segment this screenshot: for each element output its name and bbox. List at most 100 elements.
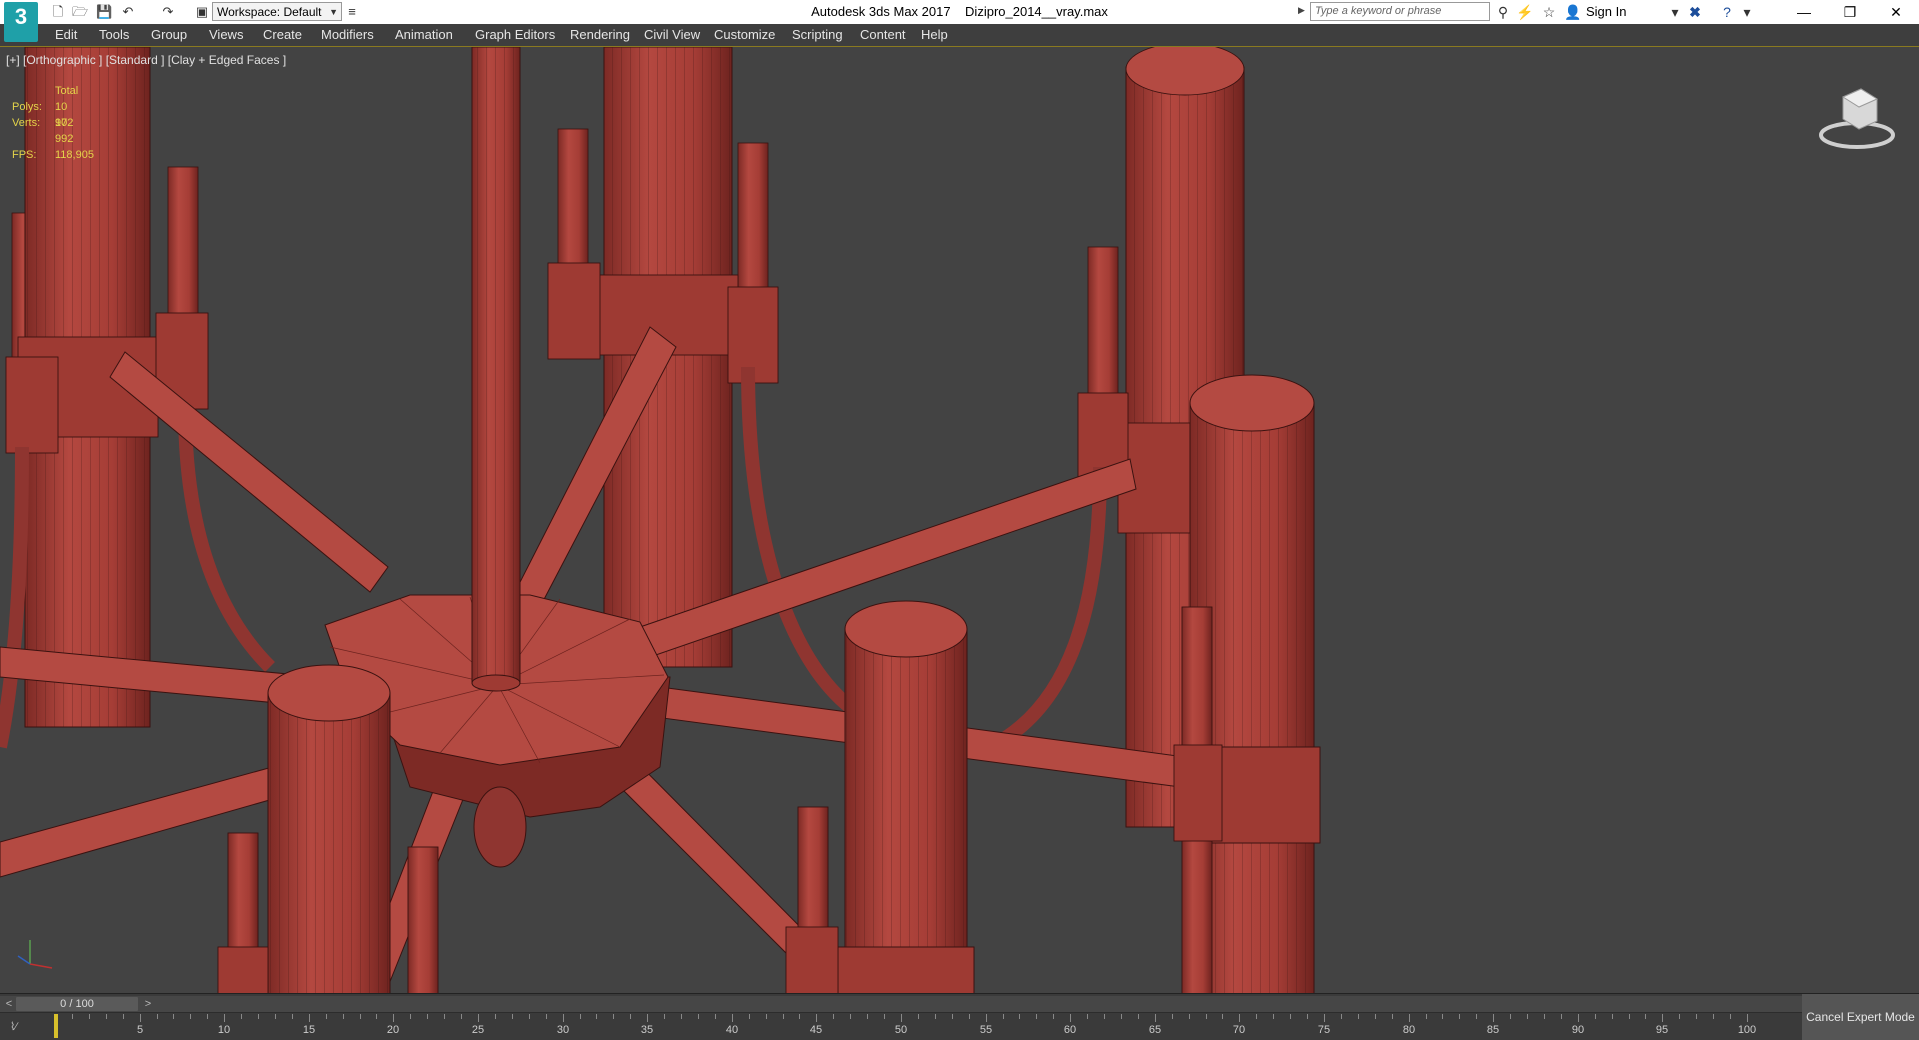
restore-button[interactable]: ❐ [1827, 0, 1873, 24]
app-logo[interactable]: 3 [4, 2, 38, 42]
frame-tick [850, 1014, 851, 1019]
frame-tick [1172, 1014, 1173, 1019]
current-frame-marker[interactable] [54, 1014, 58, 1038]
menu-customize[interactable]: Customize [714, 27, 775, 43]
mini-curve-editor-icon[interactable]: ⌇∕ [10, 1020, 17, 1033]
menu-help[interactable]: Help [921, 27, 948, 43]
frame-number: 55 [979, 1024, 993, 1036]
time-slider-panel: < 0 / 100 > ⌇∕ 5 10 15 20 25 30 35 40 45 50 55 60 65… [0, 993, 1919, 1040]
previous-frame-icon[interactable]: < [2, 996, 16, 1012]
frame-tick [292, 1014, 293, 1019]
frame-tick [1493, 1014, 1494, 1022]
workspace-label: Workspace: Default [217, 5, 322, 19]
frame-tick [1578, 1014, 1579, 1022]
undo-icon[interactable]: ↶ [120, 4, 136, 20]
frame-tick [1053, 1014, 1054, 1019]
frame-number: 35 [640, 1024, 654, 1036]
frame-tick [224, 1014, 225, 1022]
menu-graph-editors[interactable]: Graph Editors [475, 27, 555, 43]
frame-number: 40 [725, 1024, 739, 1036]
menu-scripting[interactable]: Scripting [792, 27, 843, 43]
frame-tick [360, 1014, 361, 1019]
frame-tick [698, 1014, 699, 1019]
frame-tick [1442, 1014, 1443, 1019]
chandelier-model[interactable] [0, 47, 1919, 994]
verts-value: 10 992 [55, 117, 74, 145]
frame-tick [613, 1014, 614, 1019]
sign-in-dropdown-icon[interactable]: ▾ [1666, 3, 1684, 21]
menu-animation[interactable]: Animation [395, 27, 453, 43]
orthographic-viewport[interactable]: [+] [Orthographic ] [Standard ] [Clay + … [0, 46, 1919, 994]
workspace-dropdown[interactable]: Workspace: Default ▼ [212, 2, 342, 21]
verts-label: Verts: [12, 117, 41, 129]
open-file-icon[interactable]: 🗁 [72, 4, 88, 20]
sign-in-button[interactable]: Sign In [1586, 3, 1626, 21]
cancel-expert-mode-button[interactable]: Cancel Expert Mode [1802, 994, 1919, 1040]
frame-tick [1121, 1014, 1122, 1019]
frame-number: 10 [217, 1024, 231, 1036]
frame-tick [258, 1014, 259, 1019]
project-folder-icon[interactable]: ▣ [194, 4, 210, 20]
frame-number: 80 [1402, 1024, 1416, 1036]
menu-tools[interactable]: Tools [99, 27, 129, 43]
menu-edit[interactable]: Edit [55, 27, 77, 43]
time-slider-track[interactable]: < 0 / 100 > [0, 996, 1802, 1013]
frame-number: 65 [1148, 1024, 1162, 1036]
frame-tick [1747, 1014, 1748, 1022]
redo-icon[interactable]: ↷ [160, 4, 176, 20]
viewport-label[interactable]: [+] [Orthographic ] [Standard ] [Clay + … [6, 53, 286, 67]
frame-number: 25 [471, 1024, 485, 1036]
frame-tick [1459, 1014, 1460, 1019]
search-expand-icon[interactable]: ▶ [1298, 5, 1308, 19]
frame-tick [732, 1014, 733, 1022]
frame-number: 30 [556, 1024, 570, 1036]
favorites-star-icon[interactable]: ☆ [1540, 3, 1558, 21]
frame-tick [190, 1014, 191, 1019]
frame-tick [647, 1014, 648, 1022]
menu-views[interactable]: Views [209, 27, 243, 43]
frame-tick [1713, 1014, 1714, 1019]
menu-civil-view[interactable]: Civil View [644, 27, 700, 43]
frame-tick [1003, 1014, 1004, 1019]
new-file-icon[interactable]: 🗋 [50, 4, 66, 20]
frame-number: 60 [1063, 1024, 1077, 1036]
search-input[interactable]: Type a keyword or phrase [1310, 2, 1490, 21]
next-frame-icon[interactable]: > [140, 996, 156, 1012]
viewcube-icon[interactable] [1815, 77, 1899, 157]
help-icon[interactable]: ? [1718, 3, 1736, 21]
frame-number: 100 [1737, 1024, 1757, 1036]
menu-group[interactable]: Group [151, 27, 187, 43]
binoculars-icon[interactable]: ⚲ [1494, 3, 1512, 21]
menu-create[interactable]: Create [263, 27, 302, 43]
frame-tick [1189, 1014, 1190, 1019]
chevron-down-icon: ▼ [329, 7, 338, 17]
frame-tick [140, 1014, 141, 1022]
minimize-button[interactable]: — [1781, 0, 1827, 24]
center-rod [471, 47, 521, 692]
frame-tick [173, 1014, 174, 1019]
frame-tick [461, 1014, 462, 1019]
frame-number: 90 [1571, 1024, 1585, 1036]
frame-tick [935, 1014, 936, 1019]
frame-tick [1696, 1014, 1697, 1019]
save-icon[interactable]: 💾 [96, 4, 112, 20]
time-slider-thumb[interactable]: 0 / 100 [16, 997, 138, 1011]
track-bar[interactable]: 5 10 15 20 25 30 35 40 45 50 55 60 65 70 75 80 85 90 95 100 [55, 1014, 1756, 1038]
frame-tick [1273, 1014, 1274, 1019]
menu-modifiers[interactable]: Modifiers [321, 27, 374, 43]
help-dropdown-icon[interactable]: ▾ [1738, 3, 1756, 21]
close-button[interactable]: ✕ [1873, 0, 1919, 24]
exchange-apps-icon[interactable]: ✖ [1686, 3, 1704, 21]
frame-tick [918, 1014, 919, 1019]
frame-tick [969, 1014, 970, 1019]
frame-tick [393, 1014, 394, 1022]
frame-tick [1104, 1014, 1105, 1019]
frame-tick [596, 1014, 597, 1019]
communication-center-icon[interactable]: ⚡ [1516, 3, 1534, 21]
frame-tick [1222, 1014, 1223, 1019]
workspace-menu-icon[interactable]: ≡ [344, 4, 360, 20]
frame-number: 95 [1655, 1024, 1669, 1036]
frame-tick [157, 1014, 158, 1019]
menu-content[interactable]: Content [860, 27, 906, 43]
menu-rendering[interactable]: Rendering [570, 27, 630, 43]
